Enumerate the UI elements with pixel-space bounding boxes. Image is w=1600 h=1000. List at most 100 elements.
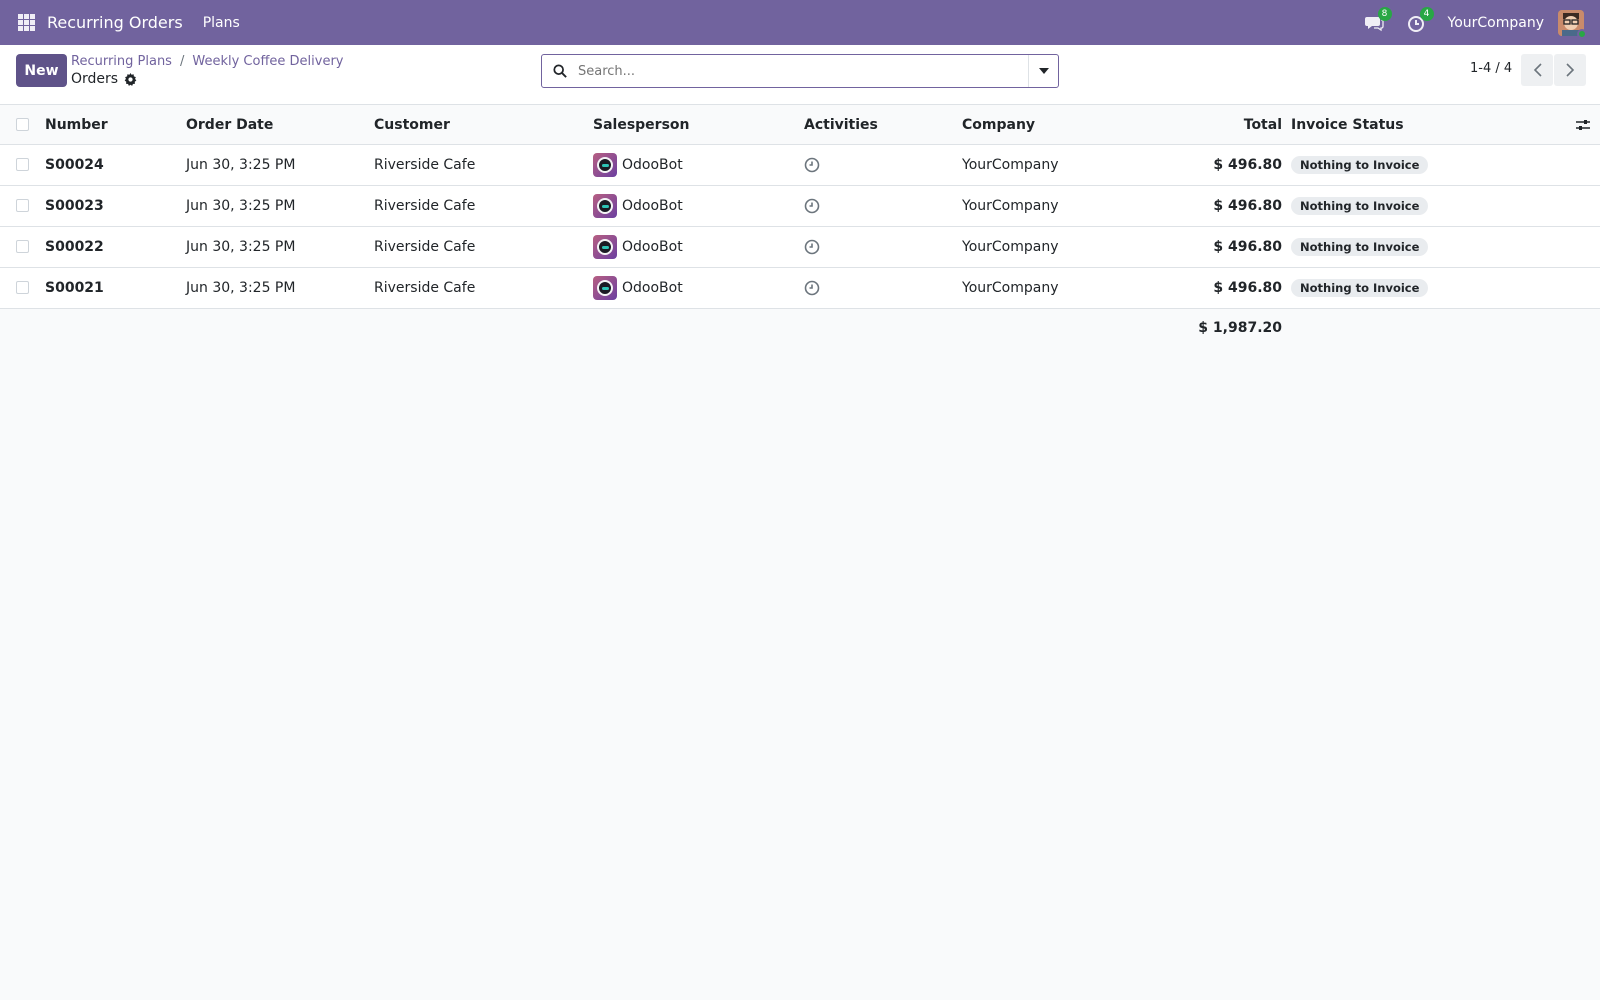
company-switcher[interactable]: YourCompany <box>1448 15 1545 31</box>
row-checkbox[interactable] <box>16 199 29 212</box>
chevron-left-icon <box>1533 63 1542 77</box>
column-customer[interactable]: Customer <box>374 105 450 144</box>
activity-button[interactable] <box>804 145 820 185</box>
order-salesperson: OdooBot <box>593 268 683 308</box>
table-row[interactable]: S00022 Jun 30, 3:25 PM Riverside Cafe Od… <box>0 227 1600 268</box>
search-bar <box>541 54 1059 88</box>
breadcrumb-weekly-coffee-delivery[interactable]: Weekly Coffee Delivery <box>192 54 343 69</box>
activities-button[interactable]: 4 <box>1406 6 1434 33</box>
column-invoice-status[interactable]: Invoice Status <box>1291 105 1404 144</box>
breadcrumb-recurring-plans[interactable]: Recurring Plans <box>71 54 172 69</box>
status-badge: Nothing to Invoice <box>1291 238 1429 256</box>
row-checkbox[interactable] <box>16 281 29 294</box>
order-customer: Riverside Cafe <box>374 239 476 255</box>
activities-count-badge: 4 <box>1419 6 1434 21</box>
clock-icon <box>804 157 820 173</box>
user-avatar[interactable] <box>1558 9 1587 39</box>
top-navbar: Recurring Orders Plans 8 4 YourCompany <box>0 0 1600 45</box>
salesperson-name: OdooBot <box>622 280 683 296</box>
table-footer: $ 1,987.20 <box>0 309 1600 347</box>
breadcrumb-separator: / <box>179 54 185 69</box>
current-view-title: Orders <box>71 71 119 87</box>
order-date: Jun 30, 3:25 PM <box>186 157 296 173</box>
status-badge: Nothing to Invoice <box>1291 197 1429 215</box>
search-options-toggle[interactable] <box>1028 55 1058 87</box>
column-order-date[interactable]: Order Date <box>186 105 273 144</box>
app-name[interactable]: Recurring Orders <box>47 13 183 32</box>
orders-list: Number Order Date Customer Salesperson A… <box>0 105 1600 347</box>
order-customer: Riverside Cafe <box>374 280 476 296</box>
pager-previous-button[interactable] <box>1521 54 1553 86</box>
activity-button[interactable] <box>804 186 820 226</box>
column-company[interactable]: Company <box>962 105 1035 144</box>
order-date: Jun 30, 3:25 PM <box>186 280 296 296</box>
navbar-right: 8 4 YourCompany <box>1364 0 1600 45</box>
messages-count-badge: 8 <box>1377 6 1392 21</box>
caret-down-icon <box>1038 68 1049 74</box>
activity-button[interactable] <box>804 268 820 308</box>
sliders-icon <box>1576 119 1590 130</box>
table-row[interactable]: S00024 Jun 30, 3:25 PM Riverside Cafe Od… <box>0 145 1600 186</box>
chevron-right-icon <box>1565 63 1574 77</box>
order-total: $ 496.80 <box>1213 239 1282 255</box>
column-total[interactable]: Total <box>1244 105 1282 144</box>
messages-button[interactable]: 8 <box>1364 6 1392 33</box>
order-customer: Riverside Cafe <box>374 157 476 173</box>
order-number: S00023 <box>45 198 104 214</box>
salesperson-name: OdooBot <box>622 239 683 255</box>
invoice-status: Nothing to Invoice <box>1291 145 1429 185</box>
row-checkbox[interactable] <box>16 158 29 171</box>
current-view: Orders <box>71 71 137 87</box>
select-all-checkbox[interactable] <box>16 118 29 131</box>
order-total: $ 496.80 <box>1213 157 1282 173</box>
order-company: YourCompany <box>962 239 1059 255</box>
order-salesperson: OdooBot <box>593 227 683 267</box>
gear-icon[interactable] <box>124 72 137 86</box>
order-company: YourCompany <box>962 280 1059 296</box>
order-customer: Riverside Cafe <box>374 198 476 214</box>
status-badge: Nothing to Invoice <box>1291 156 1429 174</box>
order-salesperson: OdooBot <box>593 186 683 226</box>
order-total: $ 496.80 <box>1213 198 1282 214</box>
odoobot-avatar <box>593 194 617 218</box>
table-header: Number Order Date Customer Salesperson A… <box>0 105 1600 145</box>
salesperson-name: OdooBot <box>622 198 683 214</box>
order-salesperson: OdooBot <box>593 145 683 185</box>
column-salesperson[interactable]: Salesperson <box>593 105 690 144</box>
odoobot-avatar <box>593 153 617 177</box>
invoice-status: Nothing to Invoice <box>1291 227 1429 267</box>
control-panel: New Recurring Plans / Weekly Coffee Deli… <box>0 45 1600 105</box>
order-date: Jun 30, 3:25 PM <box>186 239 296 255</box>
activity-button[interactable] <box>804 227 820 267</box>
search-icon <box>553 64 567 78</box>
column-number[interactable]: Number <box>45 105 108 144</box>
grand-total: $ 1,987.20 <box>1198 320 1282 336</box>
clock-icon <box>804 280 820 296</box>
order-number: S00024 <box>45 157 104 173</box>
salesperson-name: OdooBot <box>622 157 683 173</box>
optional-columns-toggle[interactable] <box>1576 105 1590 144</box>
order-company: YourCompany <box>962 157 1059 173</box>
order-company: YourCompany <box>962 198 1059 214</box>
breadcrumb: Recurring Plans / Weekly Coffee Delivery <box>71 54 344 69</box>
column-activities[interactable]: Activities <box>804 105 878 144</box>
status-badge: Nothing to Invoice <box>1291 279 1429 297</box>
order-number: S00022 <box>45 239 104 255</box>
table-row[interactable]: S00023 Jun 30, 3:25 PM Riverside Cafe Od… <box>0 186 1600 227</box>
table-row[interactable]: S00021 Jun 30, 3:25 PM Riverside Cafe Od… <box>0 268 1600 309</box>
menu-plans[interactable]: Plans <box>203 15 240 31</box>
odoobot-avatar <box>593 276 617 300</box>
apps-grid-icon[interactable] <box>18 14 35 31</box>
clock-icon <box>804 239 820 255</box>
invoice-status: Nothing to Invoice <box>1291 268 1429 308</box>
row-checkbox[interactable] <box>16 240 29 253</box>
order-total: $ 496.80 <box>1213 280 1282 296</box>
online-status-dot <box>1577 28 1587 39</box>
search-input[interactable] <box>542 55 1028 87</box>
odoobot-avatar <box>593 235 617 259</box>
order-date: Jun 30, 3:25 PM <box>186 198 296 214</box>
order-number: S00021 <box>45 280 104 296</box>
pager-value[interactable]: 1-4 / 4 <box>1470 61 1512 76</box>
new-button[interactable]: New <box>16 54 67 87</box>
pager-next-button[interactable] <box>1554 54 1586 86</box>
